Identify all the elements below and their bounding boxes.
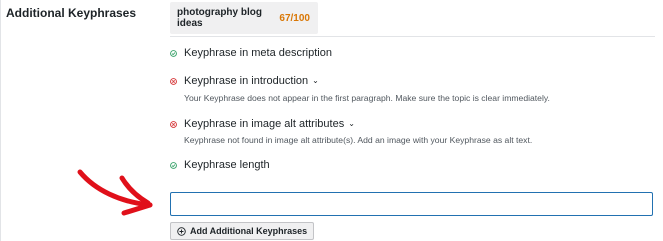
check-label: Keyphrase in image alt attributes bbox=[184, 118, 345, 130]
keyphrase-tab[interactable]: photography blog ideas 67/100 bbox=[170, 2, 318, 34]
additional-keyphrase-input[interactable] bbox=[170, 192, 653, 216]
check-meta-description: Keyphrase in meta description bbox=[184, 47, 332, 59]
check-status-bad-icon bbox=[170, 78, 177, 85]
check-introduction[interactable]: Keyphrase in introduction ⌄ bbox=[184, 75, 319, 87]
chevron-down-icon[interactable]: ⌄ bbox=[312, 76, 319, 85]
section-label: Additional Keyphrases bbox=[6, 6, 137, 20]
tab-keyphrase: photography blog ideas bbox=[177, 7, 262, 29]
check-label: Keyphrase in meta description bbox=[184, 47, 332, 59]
plus-circle-icon bbox=[177, 226, 186, 236]
add-keyphrase-button[interactable]: Add Additional Keyphrases bbox=[170, 222, 315, 240]
tab-score: 67/100 bbox=[279, 12, 310, 24]
check-label: Keyphrase in introduction bbox=[184, 75, 309, 87]
panel-left-border bbox=[0, 0, 1, 241]
check-description: Your Keyphrase does not appear in the fi… bbox=[184, 93, 550, 103]
check-status-good-icon bbox=[170, 50, 177, 57]
check-description: Keyphrase not found in image alt attribu… bbox=[184, 135, 533, 145]
add-keyphrase-label: Add Additional Keyphrases bbox=[190, 226, 308, 236]
check-status-good-icon bbox=[170, 162, 177, 169]
check-label: Keyphrase length bbox=[184, 159, 270, 171]
chevron-down-icon[interactable]: ⌄ bbox=[348, 119, 355, 128]
check-status-bad-icon bbox=[170, 121, 177, 128]
check-image-alt[interactable]: Keyphrase in image alt attributes ⌄ bbox=[184, 118, 355, 130]
check-keyphrase-length: Keyphrase length bbox=[184, 159, 270, 171]
tab-divider bbox=[170, 36, 655, 37]
